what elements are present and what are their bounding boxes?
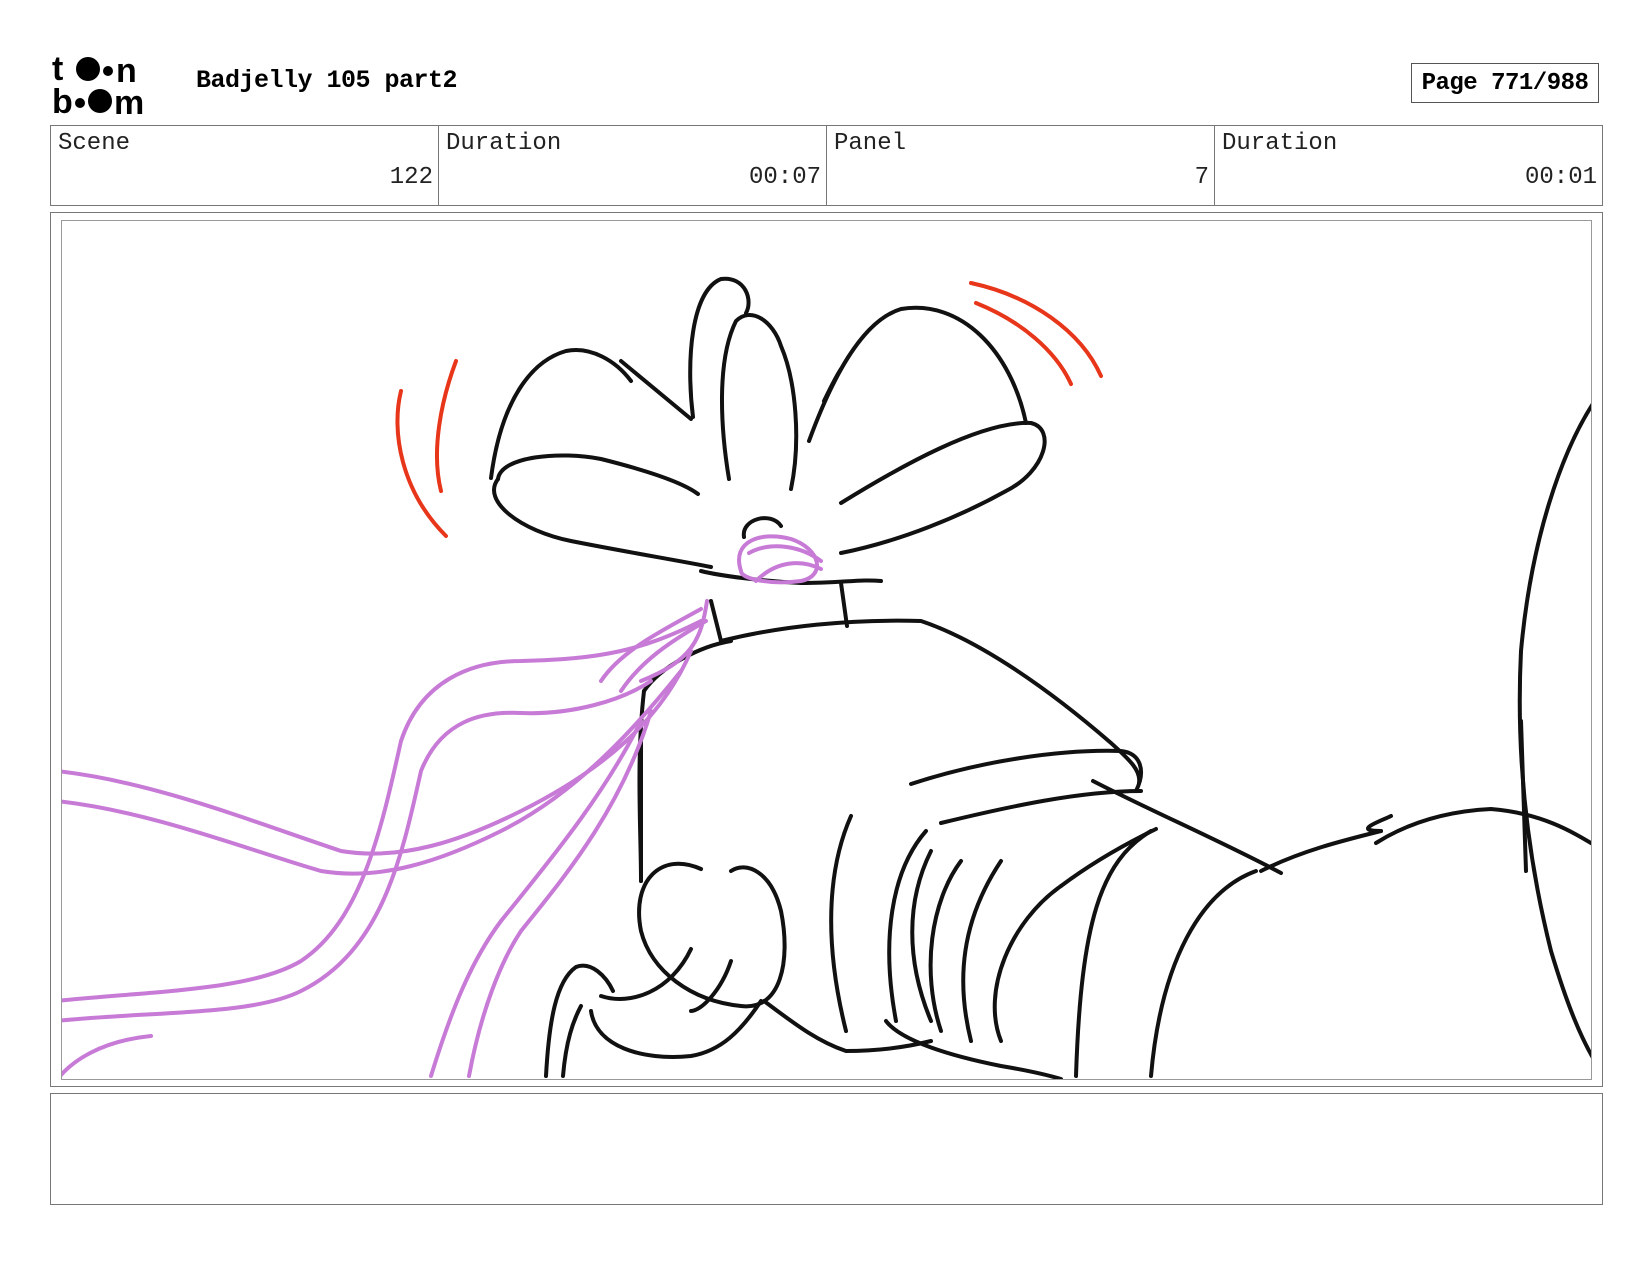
panel-cell: Panel 7 [827, 126, 1215, 205]
scene-cell: Scene 122 [51, 126, 439, 205]
page-number: Page 771/988 [1411, 63, 1599, 103]
scene-duration-value: 00:07 [748, 164, 821, 191]
panel-duration-cell: Duration 00:01 [1215, 126, 1602, 205]
storyboard-panel-image [61, 220, 1592, 1080]
scene-label: Scene [58, 130, 131, 157]
panel-duration-value: 00:01 [1524, 164, 1597, 191]
scene-value: 122 [389, 164, 433, 191]
sketch-lines [489, 276, 1591, 1079]
panel-value: 7 [1194, 164, 1209, 191]
project-title: Badjelly 105 part2 [196, 66, 458, 95]
toon-boom-logo: t n b m [52, 50, 170, 122]
svg-text:b: b [52, 83, 73, 118]
panel-notes-box [50, 1093, 1603, 1205]
scene-duration-cell: Duration 00:07 [439, 126, 827, 205]
scene-duration-label: Duration [446, 130, 562, 157]
panel-duration-label: Duration [1222, 130, 1338, 157]
scene-info-table: Scene 122 Duration 00:07 Panel 7 Duratio… [50, 125, 1603, 206]
panel-label: Panel [834, 130, 907, 157]
svg-text:m: m [114, 84, 144, 118]
